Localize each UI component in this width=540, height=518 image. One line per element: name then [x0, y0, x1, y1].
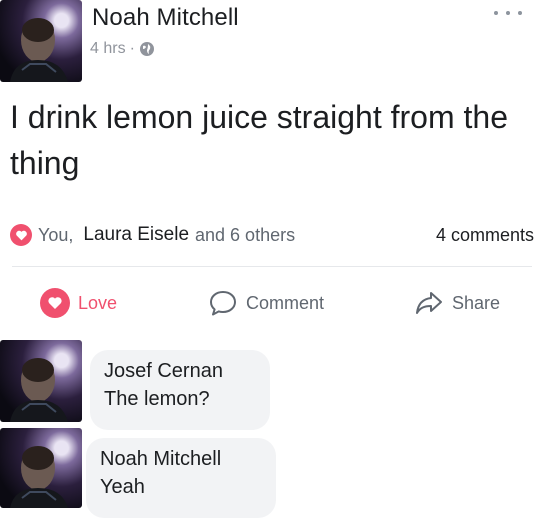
comment-bubble: Noah Mitchell Yeah	[86, 438, 276, 518]
meta-separator: ·	[129, 40, 135, 57]
comment-author-avatar[interactable]	[0, 340, 82, 422]
reaction-you[interactable]: You,	[38, 225, 73, 246]
post-time[interactable]: 4 hrs	[90, 40, 126, 58]
post-text: I drink lemon juice straight from the th…	[10, 99, 508, 181]
comment-author-avatar[interactable]	[0, 428, 82, 508]
heart-icon	[40, 288, 70, 318]
comment-text: The lemon?	[104, 388, 210, 410]
comments-count[interactable]: 4 comments	[436, 225, 534, 246]
avatar-image	[10, 358, 68, 422]
share-button[interactable]: Share	[414, 286, 500, 320]
reactions-summary: You, Laura Eisele and 6 others 4 comment…	[10, 220, 534, 250]
love-reaction-icon[interactable]	[10, 224, 32, 246]
avatar-image	[10, 18, 68, 82]
love-button[interactable]: Love	[40, 286, 117, 320]
comment-label: Comment	[246, 292, 325, 313]
comment-text: Yeah	[100, 476, 145, 498]
avatar-image	[10, 446, 68, 508]
comment-author-name[interactable]: Noah Mitchell	[100, 446, 260, 472]
comment-button[interactable]: Comment	[208, 286, 324, 320]
share-label: Share	[452, 292, 501, 313]
reaction-highlight-name[interactable]: Laura Eisele	[83, 224, 189, 246]
comment-bubble: Josef Cernan The lemon?	[90, 350, 270, 430]
post-author-name[interactable]: Noah Mitchell	[92, 4, 239, 32]
post-meta: 4 hrs ·	[90, 38, 155, 60]
divider	[12, 266, 532, 267]
reaction-others[interactable]: and 6 others	[195, 225, 295, 246]
comment-icon	[210, 291, 236, 316]
share-icon	[416, 292, 442, 314]
more-options-icon[interactable]	[494, 4, 522, 22]
post-author-avatar[interactable]	[0, 0, 82, 82]
globe-icon[interactable]	[139, 41, 155, 57]
comment-author-name[interactable]: Josef Cernan	[104, 358, 254, 384]
love-label: Love	[78, 292, 118, 313]
